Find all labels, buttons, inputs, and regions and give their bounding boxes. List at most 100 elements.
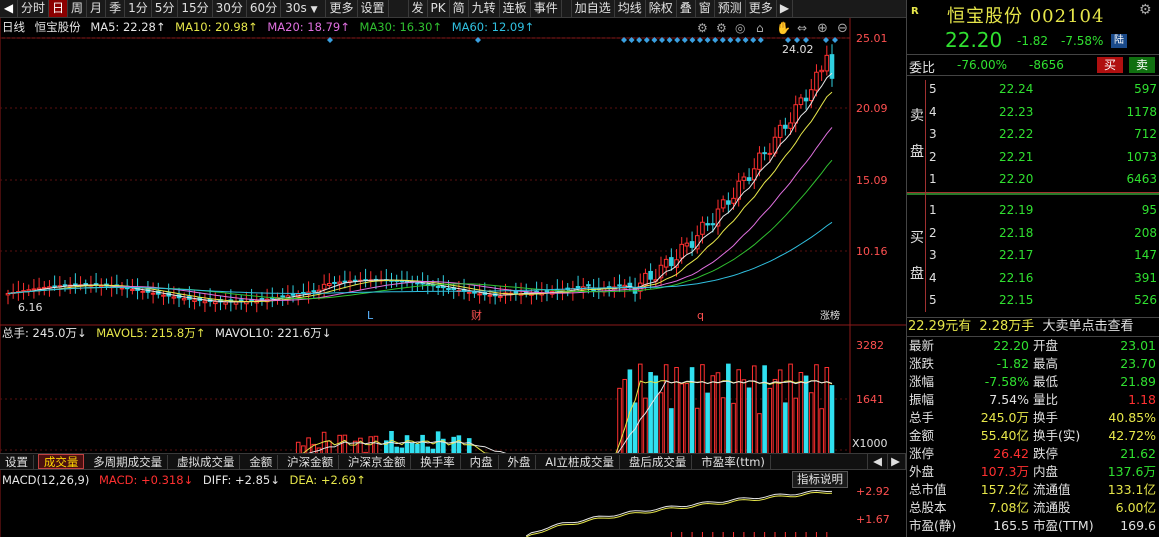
tab-pe-ttm[interactable]: 市盈率(ttm)	[696, 455, 771, 469]
tab-5min[interactable]: 5分	[152, 0, 179, 17]
zoom-out-icon[interactable]: ⊖	[837, 21, 848, 36]
ask-level: 1	[929, 172, 937, 186]
low-price-label: 6.16	[18, 301, 43, 314]
tab-weekly[interactable]: 周	[68, 0, 88, 17]
toolbar-lianban[interactable]: 连板	[500, 0, 531, 17]
bid-row[interactable]: 3 22.17 147	[927, 245, 1159, 265]
order-ratio-pct: -76.00%	[957, 58, 1008, 72]
back-arrow-icon[interactable]: ◀	[0, 0, 18, 17]
ma-line	[7, 91, 833, 303]
tab-1min[interactable]: 1分	[125, 0, 152, 17]
more-tools-button[interactable]: 更多	[746, 0, 777, 17]
bid-row[interactable]: 2 22.18 208	[927, 223, 1159, 243]
ask-row[interactable]: 1 22.20 6463	[927, 169, 1159, 189]
event-marker-zhangbang[interactable]: 涨榜	[820, 309, 840, 322]
tab-hs-amount[interactable]: 沪深金额	[282, 455, 340, 469]
add-watchlist-button[interactable]: 加自选	[572, 0, 615, 17]
event-marker-q[interactable]: q	[697, 309, 704, 322]
toolbar-jian[interactable]: 简	[450, 0, 469, 17]
bid-row[interactable]: 1 22.19 95	[927, 200, 1159, 220]
stat-value: -7.58%	[984, 374, 1029, 389]
ask-row[interactable]: 5 22.24 597	[927, 79, 1159, 99]
tab-15min[interactable]: 15分	[178, 0, 213, 17]
stat-label: 最新	[909, 338, 935, 353]
ask-row[interactable]: 4 22.23 1178	[927, 102, 1159, 122]
ma-lines-button[interactable]: 均线	[615, 0, 646, 17]
order-ratio-row: 委比 -76.00% -8656 买 卖	[907, 54, 1159, 76]
tab-turnover[interactable]: 换手率	[415, 455, 461, 469]
buy-button[interactable]: 买	[1097, 57, 1123, 73]
big-order-link[interactable]: 大卖单点击查看	[1042, 319, 1133, 334]
bid-row[interactable]: 5 22.15 526	[927, 290, 1159, 310]
ask-row[interactable]: 3 22.22 712	[927, 124, 1159, 144]
more-periods-button[interactable]: 更多	[326, 0, 358, 17]
tab-quarterly[interactable]: 季	[106, 0, 126, 17]
event-marker-l[interactable]: L	[367, 309, 374, 322]
tab-indicator-settings[interactable]: 设置	[0, 455, 34, 469]
settings-alt-icon[interactable]: ⚙	[716, 21, 727, 35]
pan-icon[interactable]: ⇔	[797, 21, 807, 35]
tab-30min[interactable]: 30分	[213, 0, 247, 17]
overlay-button[interactable]: 叠	[677, 0, 696, 17]
forecast-button[interactable]: 预测	[715, 0, 746, 17]
candle-body	[332, 281, 337, 284]
candle-body	[212, 301, 218, 305]
tab-intraday[interactable]: 分时	[18, 0, 50, 17]
toolbar-jiuzhuan[interactable]: 九转	[469, 0, 500, 17]
home-icon[interactable]: ⌂	[756, 21, 764, 35]
period-select[interactable]: 30s ▼	[281, 0, 327, 17]
zoom-in-icon[interactable]: ⊕	[817, 21, 828, 36]
price-tick-4: 10.16	[856, 245, 888, 258]
camera-icon[interactable]: ◎	[735, 21, 745, 35]
toolbar-pk[interactable]: PK	[428, 0, 450, 17]
forward-arrow-icon[interactable]: ▶	[777, 0, 794, 17]
tab-ai-volume[interactable]: AI立桩成交量	[540, 455, 621, 469]
ask-row[interactable]: 2 22.21 1073	[927, 147, 1159, 167]
stat-value-2: 23.01	[1120, 338, 1156, 353]
stat-value: 7.54%	[989, 392, 1029, 407]
indicator-help-button[interactable]: 指标说明	[792, 471, 848, 488]
ask-level: 2	[929, 149, 937, 164]
settings-button[interactable]: 设置	[358, 0, 389, 17]
hand-icon[interactable]: ✋	[776, 21, 791, 35]
tab-60min[interactable]: 60分	[247, 0, 282, 17]
sell-button[interactable]: 卖	[1129, 57, 1155, 73]
ask-volume: 1073	[1126, 149, 1157, 164]
ask-price: 22.20	[999, 172, 1034, 186]
window-button[interactable]: 窗	[696, 0, 715, 17]
tabs-scroll-right-icon[interactable]: ▶	[886, 454, 906, 469]
indicator-tabs: 设置 成交量 多周期成交量 虚拟成交量 金额 沪深金额 沪深京金额 换手率 内盘…	[0, 453, 906, 470]
bid-row[interactable]: 4 22.16 391	[927, 268, 1159, 288]
tab-daily[interactable]: 日	[49, 0, 69, 17]
tab-monthly[interactable]: 月	[87, 0, 107, 17]
stock-title[interactable]: 恒宝股份 002104	[947, 2, 1104, 28]
tab-volume[interactable]: 成交量	[37, 454, 85, 469]
candle-body	[627, 282, 633, 287]
event-marker-cai[interactable]: 财	[471, 308, 482, 322]
ma20-label: MA20: 18.79↑	[267, 20, 350, 34]
big-order-banner[interactable]: 22.29元有 2.28万手 大卖单点击查看	[907, 317, 1159, 337]
tab-after-hours-volume[interactable]: 盘后成交量	[624, 455, 693, 469]
tabs-scroll-left-icon[interactable]: ◀	[867, 454, 888, 469]
tab-hsj-amount[interactable]: 沪深京金额	[343, 455, 412, 469]
gear-icon[interactable]: ⚙	[697, 21, 708, 35]
tab-multi-period-volume[interactable]: 多周期成交量	[88, 455, 169, 469]
candle-body	[150, 292, 156, 295]
ask-level: 4	[929, 104, 937, 119]
connect-badge: 陆	[1111, 34, 1127, 48]
toolbar-events[interactable]: 事件	[531, 0, 562, 17]
price-change: -1.82	[1017, 34, 1049, 48]
stat-label: 涨停	[909, 446, 935, 461]
tab-outer[interactable]: 外盘	[502, 455, 537, 469]
gear-icon[interactable]: ⚙	[1139, 2, 1152, 18]
toolbar-fa[interactable]: 发	[409, 0, 428, 17]
tab-amount[interactable]: 金额	[244, 455, 279, 469]
chart-period-label: 日线	[2, 20, 25, 34]
candle-body	[757, 152, 762, 170]
candle-body	[337, 281, 342, 285]
ex-rights-button[interactable]: 除权	[646, 0, 677, 17]
tab-virtual-volume[interactable]: 虚拟成交量	[172, 455, 241, 469]
macd-line	[525, 491, 833, 537]
price-tick-2: 20.09	[856, 102, 888, 115]
tab-inner[interactable]: 内盘	[465, 455, 499, 469]
